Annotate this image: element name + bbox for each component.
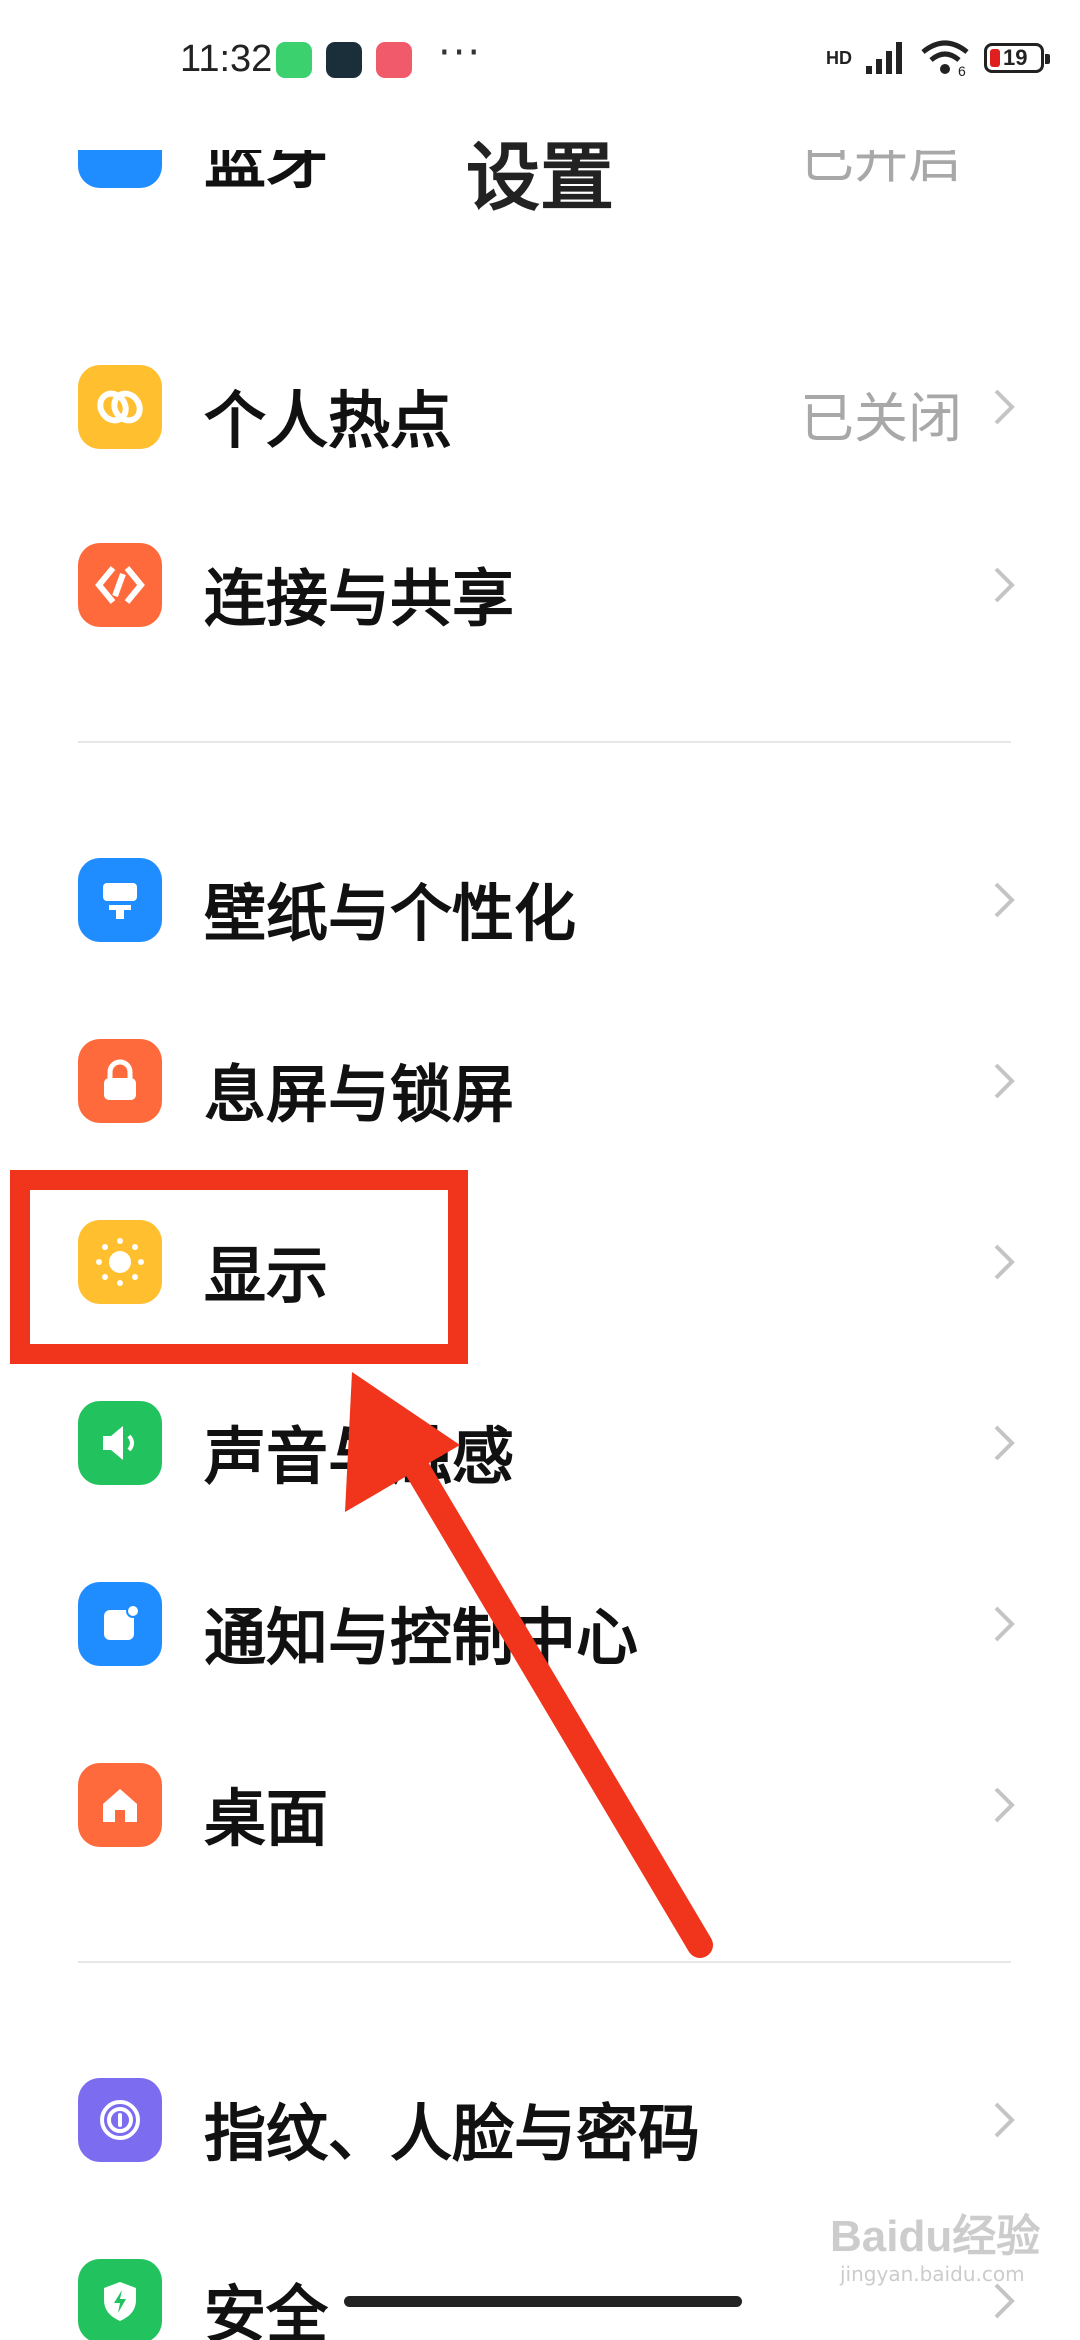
chevron-right-icon (994, 882, 1015, 918)
settings-item-notifications[interactable]: 通知与控制中心 (0, 1539, 1080, 1709)
chevron-right-icon (994, 389, 1015, 425)
settings-item-connection-share[interactable]: 连接与共享 (0, 500, 1080, 670)
battery-level: 19 (1003, 45, 1028, 70)
chevron-right-icon (994, 1606, 1015, 1642)
chevron-right-icon (994, 2102, 1015, 2138)
notification-icon (78, 1582, 162, 1666)
section-divider (78, 741, 1011, 743)
settings-item-sound[interactable]: 声音与触感 (0, 1358, 1080, 1528)
chevron-right-icon (994, 1063, 1015, 1099)
status-time: 11:32 (180, 38, 273, 80)
highlight-box (10, 1170, 468, 1364)
settings-item-label: 通知与控制中心 (204, 1601, 639, 1674)
home-indicator[interactable] (344, 2296, 742, 2307)
section-divider (78, 1961, 1011, 1963)
baidu-watermark: Baidu经验 (830, 2212, 1041, 2261)
chevron-right-icon (994, 1244, 1015, 1280)
app-notification-icon (276, 42, 312, 78)
battery-icon: 19 (984, 43, 1050, 73)
settings-item-bluetooth[interactable]: 蓝牙 已开启 (0, 150, 1080, 196)
watermark-url: jingyan.baidu.com (840, 2262, 1025, 2286)
settings-item-desktop[interactable]: 桌面 (0, 1720, 1080, 1890)
settings-item-hotspot[interactable]: 个人热点 已关闭 (0, 322, 1080, 492)
lock-icon (78, 1039, 162, 1123)
more-notifications-icon: ··· (438, 30, 483, 76)
signal-icon (866, 42, 902, 74)
fingerprint-icon (78, 2078, 162, 2162)
settings-item-value: 已开启 (800, 150, 962, 190)
settings-item-label: 安全 (204, 2278, 329, 2340)
settings-item-wallpaper[interactable]: 壁纸与个性化 (0, 815, 1080, 985)
chevron-right-icon (994, 1425, 1015, 1461)
status-bar: 11:32 ··· HD 6 19 (0, 0, 1080, 110)
home-icon (78, 1763, 162, 1847)
settings-item-label: 蓝牙 (204, 150, 329, 196)
app-notification-icon (326, 42, 362, 78)
settings-item-label: 个人热点 (204, 384, 453, 457)
connection-share-icon (78, 543, 162, 627)
settings-item-value: 已关闭 (800, 387, 962, 450)
settings-item-label: 壁纸与个性化 (204, 877, 577, 950)
settings-item-fingerprint[interactable]: 指纹、人脸与密码 (0, 2035, 1080, 2205)
settings-item-label: 声音与触感 (204, 1420, 515, 1493)
chevron-right-icon (994, 567, 1015, 603)
app-notification-icon (376, 42, 412, 78)
chevron-right-icon (994, 1787, 1015, 1823)
settings-item-lockscreen[interactable]: 息屏与锁屏 (0, 996, 1080, 1166)
settings-item-label: 连接与共享 (204, 562, 515, 635)
wallpaper-icon (78, 858, 162, 942)
settings-item-label: 指纹、人脸与密码 (204, 2097, 701, 2170)
svg-text:6: 6 (958, 63, 966, 76)
wifi-icon: 6 (921, 40, 969, 76)
speaker-icon (78, 1401, 162, 1485)
settings-item-label: 息屏与锁屏 (204, 1058, 515, 1131)
settings-item-label: 桌面 (204, 1782, 329, 1855)
hotspot-icon (78, 365, 162, 449)
hd-label: HD (826, 47, 852, 68)
shield-icon (78, 2259, 162, 2340)
bluetooth-icon (78, 150, 162, 188)
